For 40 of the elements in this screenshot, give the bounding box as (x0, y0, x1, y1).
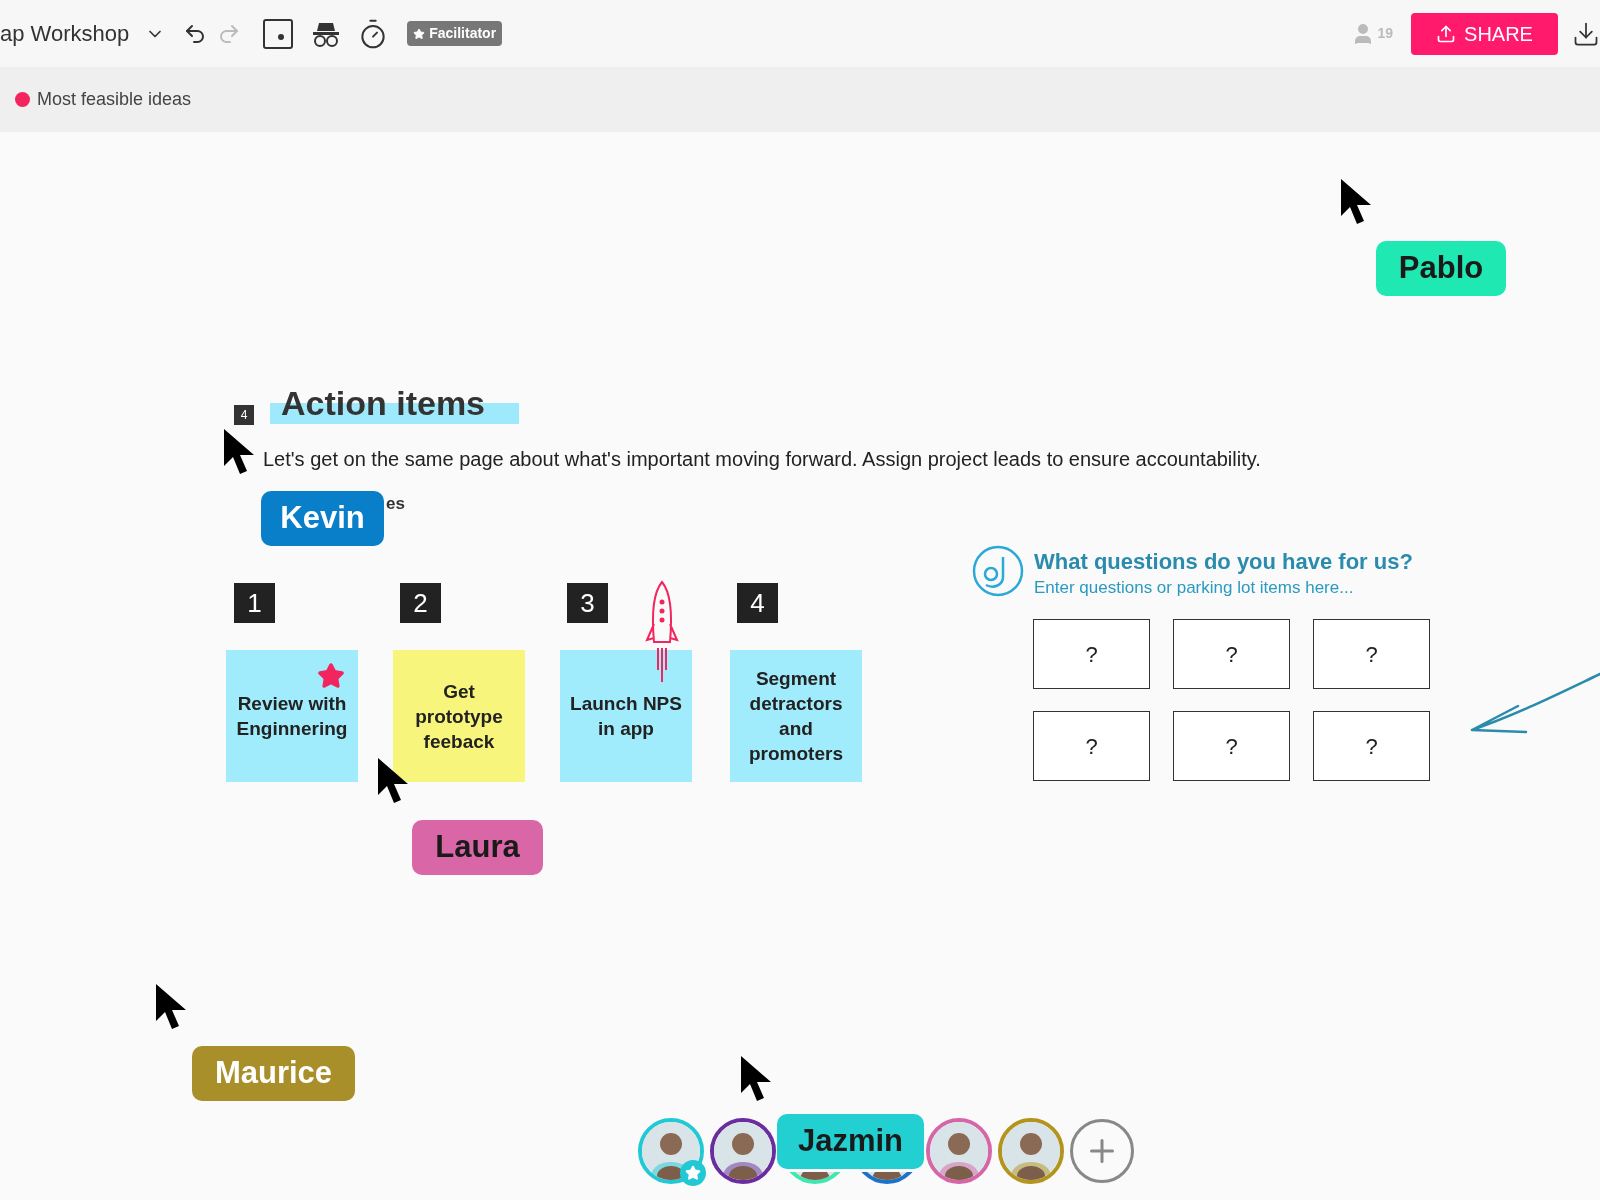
sticky-note[interactable]: Review with Enginnering (226, 650, 358, 782)
share-button[interactable]: SHARE (1411, 12, 1558, 55)
logo-icon (972, 545, 1024, 597)
partial-text: es (386, 493, 405, 515)
frame-icon[interactable] (263, 18, 294, 49)
frame-label: Most feasible ideas (37, 88, 192, 111)
questions-title: What questions do you have for us? (1034, 548, 1413, 576)
user-name-tag: Jazmin (777, 1114, 924, 1169)
note-number: 1 (234, 583, 275, 623)
question-card[interactable]: ? (1173, 619, 1290, 689)
avatar[interactable] (638, 1118, 704, 1184)
upload-icon (1436, 23, 1457, 44)
avatar[interactable] (710, 1118, 776, 1184)
star-icon (413, 27, 426, 40)
note-number: 2 (400, 583, 441, 623)
star-icon (317, 662, 345, 690)
question-card[interactable]: ? (1033, 711, 1150, 781)
question-card[interactable]: ? (1313, 711, 1430, 781)
question-card[interactable]: ? (1313, 619, 1430, 689)
facilitator-badge[interactable]: Facilitator (407, 21, 503, 46)
sticky-note[interactable]: Launch NPS in app (560, 650, 692, 782)
user-name-tag: Maurice (192, 1046, 355, 1101)
avatar[interactable] (998, 1118, 1064, 1184)
sticky-note[interactable]: Segment detractors and promoters (730, 650, 862, 782)
question-card[interactable]: ? (1033, 619, 1150, 689)
question-card[interactable]: ? (1173, 711, 1290, 781)
section-description: Let's get on the same page about what's important moving forward. Assign project leads to ensure accountability. (263, 447, 1261, 472)
section-number: 4 (234, 405, 254, 425)
frame-title: ap Workshop (0, 20, 130, 48)
sticky-note[interactable]: Get prototype feeback (393, 650, 525, 782)
questions-subtitle: Enter questions or parking lot items here... (1034, 577, 1354, 599)
user-name-tag: Pablo (1376, 241, 1506, 296)
avatar[interactable] (926, 1118, 992, 1184)
user-name-tag: Kevin (261, 491, 384, 546)
note-number: 3 (567, 583, 608, 623)
user-name-tag: Laura (412, 820, 543, 875)
add-participant-button[interactable] (1070, 1119, 1134, 1183)
rocket-icon (644, 580, 680, 682)
note-number: 4 (737, 583, 778, 623)
participant-count: 19 (1377, 24, 1393, 43)
